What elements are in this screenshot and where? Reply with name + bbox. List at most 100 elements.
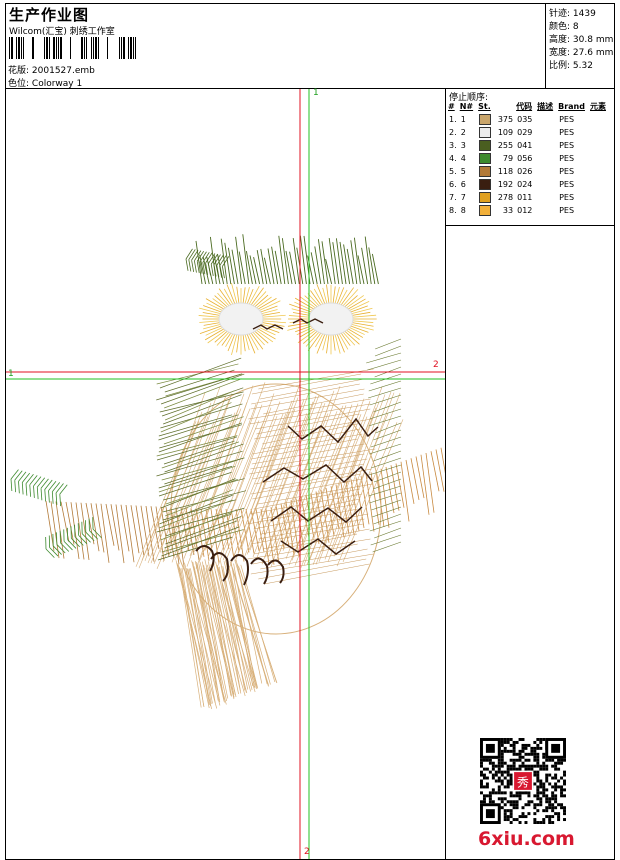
sequence-row: 1. 1 375 035 PES [447, 113, 610, 126]
design-canvas: 1 1 2 2 [5, 88, 446, 860]
spec-stitches: 针迹: 1439 [549, 9, 596, 19]
color-swatch [479, 166, 492, 177]
row-brand: PES [559, 180, 575, 189]
row-stitches: 109 [477, 126, 515, 139]
col-stitches: St. [478, 102, 491, 111]
sequence-row: 7. 7 278 011 PES [447, 191, 610, 204]
row-code: 056 [517, 154, 533, 163]
sequence-table: # N# St. 代码 描述 Brand 元素 1. 1 375 035 PES 2. 2… [447, 101, 610, 217]
color-swatch [479, 127, 492, 138]
row-element [589, 178, 610, 191]
stop-sequence-panel: 停止顺序: # N# St. 代码 描述 Brand 元素 1. 1 375 035… [445, 88, 615, 226]
row-element [589, 139, 610, 152]
row-stitches: 375 [477, 113, 515, 126]
watermark-text: 6xiu.com [478, 828, 575, 850]
row-number: 6. [449, 180, 457, 189]
pattern-info: 花版: 2001527.emb [8, 63, 95, 76]
header-panel: 生产作业图 Wilcom(汇宝) 刺绣工作室 花版: 2001527.emb 色… [5, 3, 546, 89]
color-swatch [479, 179, 492, 190]
color-swatch [479, 192, 492, 203]
qr-logo-stamp: 秀 [517, 775, 529, 789]
sequence-row: 2. 2 109 029 PES [447, 126, 610, 139]
barcode [9, 37, 136, 59]
row-number: 5. [449, 167, 457, 176]
row-brand: PES [559, 154, 575, 163]
row-index: 8 [460, 206, 466, 215]
row-index: 4 [460, 154, 466, 163]
row-brand: PES [559, 115, 575, 124]
row-code: 012 [517, 206, 533, 215]
row-code: 029 [517, 128, 533, 137]
sequence-row: 6. 6 192 024 PES [447, 178, 610, 191]
row-stitches: 33 [477, 204, 515, 217]
row-number: 8. [449, 206, 457, 215]
row-index: 3 [460, 141, 466, 150]
sequence-row: 4. 4 79 056 PES [447, 152, 610, 165]
axis-label-left: 1 [8, 369, 14, 379]
row-brand: PES [559, 167, 575, 176]
spec-colors: 颜色: 8 [549, 22, 579, 32]
row-brand: PES [559, 141, 575, 150]
axis-label-top: 1 [313, 88, 319, 98]
row-description [536, 178, 557, 191]
row-stitches: 192 [477, 178, 515, 191]
sequence-row: 8. 8 33 012 PES [447, 204, 610, 217]
row-description [536, 152, 557, 165]
row-index: 2 [460, 128, 466, 137]
row-element [589, 165, 610, 178]
row-index: 7 [460, 193, 466, 202]
row-brand: PES [559, 206, 575, 215]
row-code: 035 [517, 115, 533, 124]
col-brand: Brand [558, 102, 585, 111]
col-description: 描述 [537, 102, 554, 111]
axis-label-bottom: 2 [304, 847, 310, 857]
owl-embroidery-artwork [6, 89, 445, 859]
sequence-row: 5. 5 118 026 PES [447, 165, 610, 178]
row-index: 6 [460, 180, 466, 189]
sequence-row: 3. 3 255 041 PES [447, 139, 610, 152]
row-number: 2. [449, 128, 457, 137]
row-brand: PES [559, 128, 575, 137]
col-code: 代码 [516, 102, 533, 111]
row-code: 011 [517, 193, 533, 202]
axis-label-right: 2 [433, 360, 439, 370]
row-element [589, 126, 610, 139]
row-stitches: 79 [477, 152, 515, 165]
tail-shape [175, 558, 278, 710]
row-description [536, 139, 557, 152]
row-element [589, 152, 610, 165]
row-stitches: 255 [477, 139, 515, 152]
row-element [589, 204, 610, 217]
page-title: 生产作业图 [9, 6, 90, 24]
color-swatch [479, 140, 492, 151]
color-swatch [479, 205, 492, 216]
row-description [536, 126, 557, 139]
spec-width: 宽度: 27.6 mm [549, 48, 614, 58]
row-description [536, 191, 557, 204]
row-description [536, 113, 557, 126]
color-swatch [479, 153, 492, 164]
row-number: 3. [449, 141, 457, 150]
row-number: 1. [449, 115, 457, 124]
row-index: 5 [460, 167, 466, 176]
color-swatch [479, 114, 492, 125]
company-name: Wilcom(汇宝) 刺绣工作室 [9, 27, 115, 37]
row-code: 024 [517, 180, 533, 189]
col-element: 元素 [589, 102, 606, 111]
row-index: 1 [460, 115, 466, 124]
spec-height: 高度: 30.8 mm [549, 35, 614, 45]
row-description [536, 165, 557, 178]
row-code: 026 [517, 167, 533, 176]
row-brand: PES [559, 193, 575, 202]
pattern-value: 2001527.emb [31, 66, 95, 76]
sequence-header-row: # N# St. 代码 描述 Brand 元素 [447, 101, 610, 113]
spec-ratio: 比例: 5.32 [549, 61, 593, 71]
row-element [589, 191, 610, 204]
row-number: 4. [449, 154, 457, 163]
row-element [589, 113, 610, 126]
qr-code: 秀 [480, 738, 566, 824]
col-hash: # [448, 102, 455, 111]
row-number: 7. [449, 193, 457, 202]
row-code: 041 [517, 141, 533, 150]
pattern-label: 花版: [8, 66, 30, 76]
